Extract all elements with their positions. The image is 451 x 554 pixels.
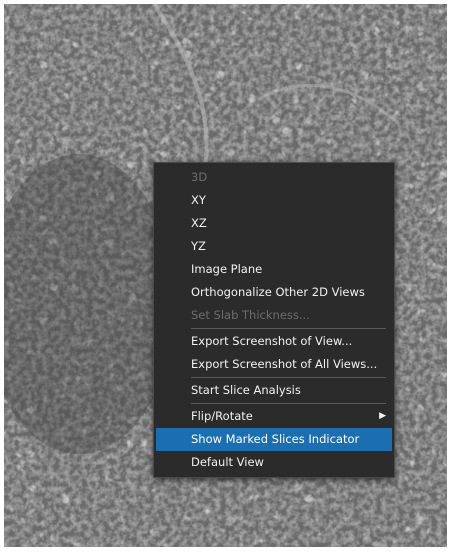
context-menu: 3D XY XZ YZ Image Plane Orthogonalize Ot… [153, 162, 395, 478]
menu-item-label: 3D [191, 170, 208, 184]
menu-item-label: XY [191, 193, 206, 207]
menu-item-label: Show Marked Slices Indicator [191, 432, 360, 446]
menu-item-set-slab-thickness: Set Slab Thickness... [154, 304, 394, 327]
menu-item-flip-rotate[interactable]: Flip/Rotate ▶ [154, 405, 394, 428]
menu-item-label: Default View [191, 455, 264, 469]
menu-separator [191, 328, 386, 329]
menu-item-label: Orthogonalize Other 2D Views [191, 285, 365, 299]
menu-item-label: Image Plane [191, 262, 263, 276]
menu-item-export-screenshot-view[interactable]: Export Screenshot of View... [154, 330, 394, 353]
menu-item-default-view[interactable]: Default View [154, 451, 394, 474]
menu-item-label: Export Screenshot of All Views... [191, 357, 378, 371]
menu-separator [191, 377, 386, 378]
menu-item-show-marked-slices[interactable]: Show Marked Slices Indicator [156, 428, 392, 451]
menu-item-export-screenshot-all[interactable]: Export Screenshot of All Views... [154, 353, 394, 376]
chevron-right-icon: ▶ [379, 411, 386, 421]
menu-item-yz[interactable]: YZ [154, 235, 394, 258]
menu-item-label: YZ [191, 239, 206, 253]
menu-item-label: Flip/Rotate [191, 409, 253, 423]
menu-item-image-plane[interactable]: Image Plane [154, 258, 394, 281]
menu-item-label: Start Slice Analysis [191, 383, 301, 397]
menu-item-start-slice-analysis[interactable]: Start Slice Analysis [154, 379, 394, 402]
menu-item-label: Set Slab Thickness... [191, 308, 310, 322]
menu-item-xz[interactable]: XZ [154, 212, 394, 235]
menu-item-label: XZ [191, 216, 207, 230]
menu-item-xy[interactable]: XY [154, 189, 394, 212]
menu-item-label: Export Screenshot of View... [191, 334, 353, 348]
menu-item-orthogonalize[interactable]: Orthogonalize Other 2D Views [154, 281, 394, 304]
menu-item-3d: 3D [154, 166, 394, 189]
menu-separator [191, 403, 386, 404]
